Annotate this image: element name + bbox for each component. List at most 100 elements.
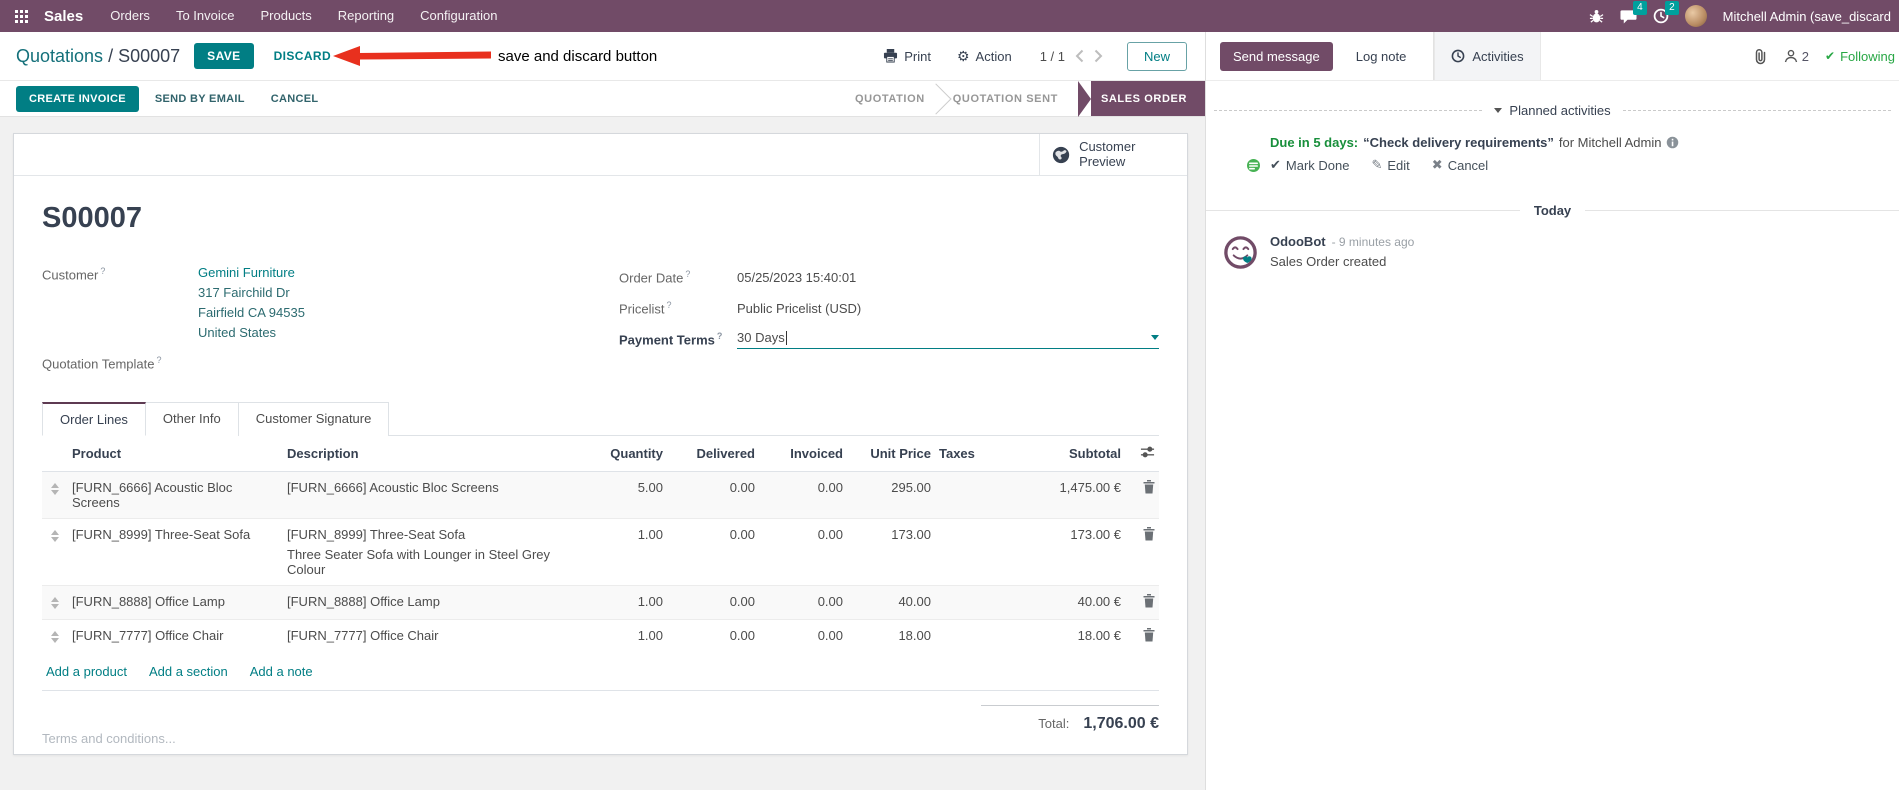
cell-description[interactable]: [FURN_8999] Three-Seat Sofa Three Seater… [283,519,587,586]
cell-quantity[interactable]: 1.00 [587,620,667,654]
cell-quantity[interactable]: 5.00 [587,472,667,519]
drag-handle-icon[interactable] [46,594,64,610]
cancel-activity-button[interactable]: ✖ Cancel [1432,157,1488,173]
quotation-template-field[interactable] [198,354,619,371]
activities-tab[interactable]: Activities [1434,32,1541,80]
menu-orders[interactable]: Orders [97,0,163,32]
header-description[interactable]: Description [283,436,587,473]
cell-invoiced[interactable]: 0.00 [759,586,847,620]
add-section-link[interactable]: Add a section [149,664,228,679]
cell-invoiced[interactable]: 0.00 [759,620,847,654]
drag-handle-icon[interactable] [46,480,64,496]
cell-quantity[interactable]: 1.00 [587,586,667,620]
send-by-email-button[interactable]: SEND BY EMAIL [145,86,255,112]
header-product[interactable]: Product [68,436,283,473]
cell-description[interactable]: [FURN_7777] Office Chair [283,620,587,654]
add-note-link[interactable]: Add a note [250,664,313,679]
tab-order-lines[interactable]: Order Lines [42,402,146,437]
cell-product[interactable]: [FURN_7777] Office Chair [68,620,283,654]
cell-delivered[interactable]: 0.00 [667,586,759,620]
delete-row-icon[interactable] [1143,594,1155,608]
header-invoiced[interactable]: Invoiced [759,436,847,473]
messages-icon[interactable]: 4 [1620,1,1647,24]
pricelist-value[interactable]: Public Pricelist (USD) [737,301,1159,316]
cell-taxes[interactable] [935,620,1005,654]
save-button[interactable]: SAVE [194,43,254,69]
message-author[interactable]: OdooBot [1270,234,1326,249]
payment-terms-input[interactable]: 30 Days [737,330,1159,349]
customer-preview-button[interactable]: Customer Preview [1039,134,1187,175]
send-message-button[interactable]: Send message [1220,41,1333,71]
mark-done-button[interactable]: ✔ Mark Done [1270,157,1349,173]
followers-button[interactable]: 2 [1784,49,1809,64]
cell-invoiced[interactable]: 0.00 [759,472,847,519]
discard-button[interactable]: DISCARD [274,49,331,63]
cell-product[interactable]: [FURN_6666] Acoustic Bloc Screens [68,472,283,519]
cell-product[interactable]: [FURN_8999] Three-Seat Sofa [68,519,283,586]
cell-description[interactable]: [FURN_8888] Office Lamp [283,586,587,620]
menu-configuration[interactable]: Configuration [407,0,510,32]
tab-other-info[interactable]: Other Info [145,402,239,437]
table-row[interactable]: [FURN_8999] Three-Seat Sofa [FURN_8999] … [42,518,1159,586]
menu-to-invoice[interactable]: To Invoice [163,0,248,32]
app-name[interactable]: Sales [44,8,83,25]
delete-row-icon[interactable] [1143,527,1155,541]
cell-unit-price[interactable]: 40.00 [847,586,935,620]
cell-delivered[interactable]: 0.00 [667,472,759,519]
cell-unit-price[interactable]: 173.00 [847,519,935,586]
cell-invoiced[interactable]: 0.00 [759,519,847,586]
tab-customer-signature[interactable]: Customer Signature [238,402,390,437]
cell-unit-price[interactable]: 295.00 [847,472,935,519]
log-note-button[interactable]: Log note [1343,42,1420,71]
optional-columns-icon[interactable] [1140,445,1155,459]
debug-bug-icon[interactable] [1589,9,1604,24]
drag-handle-icon[interactable] [46,527,64,543]
stage-sales-order-active[interactable]: SALES ORDER [1090,81,1205,116]
header-unit-price[interactable]: Unit Price [847,436,935,473]
print-button[interactable]: Print [883,49,931,64]
cell-delivered[interactable]: 0.00 [667,620,759,654]
menu-products[interactable]: Products [247,0,324,32]
customer-link[interactable]: Gemini Furniture [198,265,295,280]
table-row[interactable]: [FURN_7777] Office Chair [FURN_7777] Off… [42,619,1159,654]
following-button[interactable]: ✔ Following [1825,49,1895,64]
attachment-paperclip-icon[interactable] [1753,48,1768,65]
header-delivered[interactable]: Delivered [667,436,759,473]
order-date-value[interactable]: 05/25/2023 15:40:01 [737,270,1159,285]
header-subtotal[interactable]: Subtotal [1005,436,1125,473]
terms-placeholder[interactable]: Terms and conditions... [42,731,176,746]
planned-activities-toggle[interactable]: Planned activities [1482,103,1622,118]
create-invoice-button[interactable]: CREATE INVOICE [16,85,139,112]
edit-activity-button[interactable]: ✎ Edit [1371,157,1409,173]
stage-quotation-sent[interactable]: QUOTATION SENT [939,81,1072,116]
header-taxes[interactable]: Taxes [935,436,1005,473]
header-quantity[interactable]: Quantity [587,436,667,473]
add-product-link[interactable]: Add a product [46,664,127,679]
apps-grid-icon[interactable] [6,0,36,32]
delete-row-icon[interactable] [1143,628,1155,642]
cell-taxes[interactable] [935,472,1005,519]
pager-previous-icon[interactable] [1075,49,1084,63]
breadcrumb-quotations-link[interactable]: Quotations [16,46,103,66]
cell-product[interactable]: [FURN_8888] Office Lamp [68,586,283,620]
cancel-button[interactable]: CANCEL [261,86,329,112]
table-row[interactable]: [FURN_8888] Office Lamp [FURN_8888] Offi… [42,585,1159,620]
cell-delivered[interactable]: 0.00 [667,519,759,586]
info-icon[interactable] [1666,136,1679,149]
user-avatar[interactable] [1684,5,1707,27]
action-button[interactable]: ⚙ Action [957,49,1012,64]
cell-description[interactable]: [FURN_6666] Acoustic Bloc Screens [283,472,587,519]
dropdown-caret-icon[interactable] [1151,335,1159,340]
user-name[interactable]: Mitchell Admin (save_discard [1723,9,1891,24]
menu-reporting[interactable]: Reporting [325,0,407,32]
drag-handle-icon[interactable] [46,628,64,644]
activities-clock-icon[interactable]: 2 [1653,1,1679,24]
cell-quantity[interactable]: 1.00 [587,519,667,586]
table-row[interactable]: [FURN_6666] Acoustic Bloc Screens [FURN_… [42,471,1159,519]
cell-taxes[interactable] [935,586,1005,620]
delete-row-icon[interactable] [1143,480,1155,494]
cell-unit-price[interactable]: 18.00 [847,620,935,654]
new-button[interactable]: New [1126,41,1187,71]
pager-next-icon[interactable] [1094,49,1103,63]
cell-taxes[interactable] [935,519,1005,586]
